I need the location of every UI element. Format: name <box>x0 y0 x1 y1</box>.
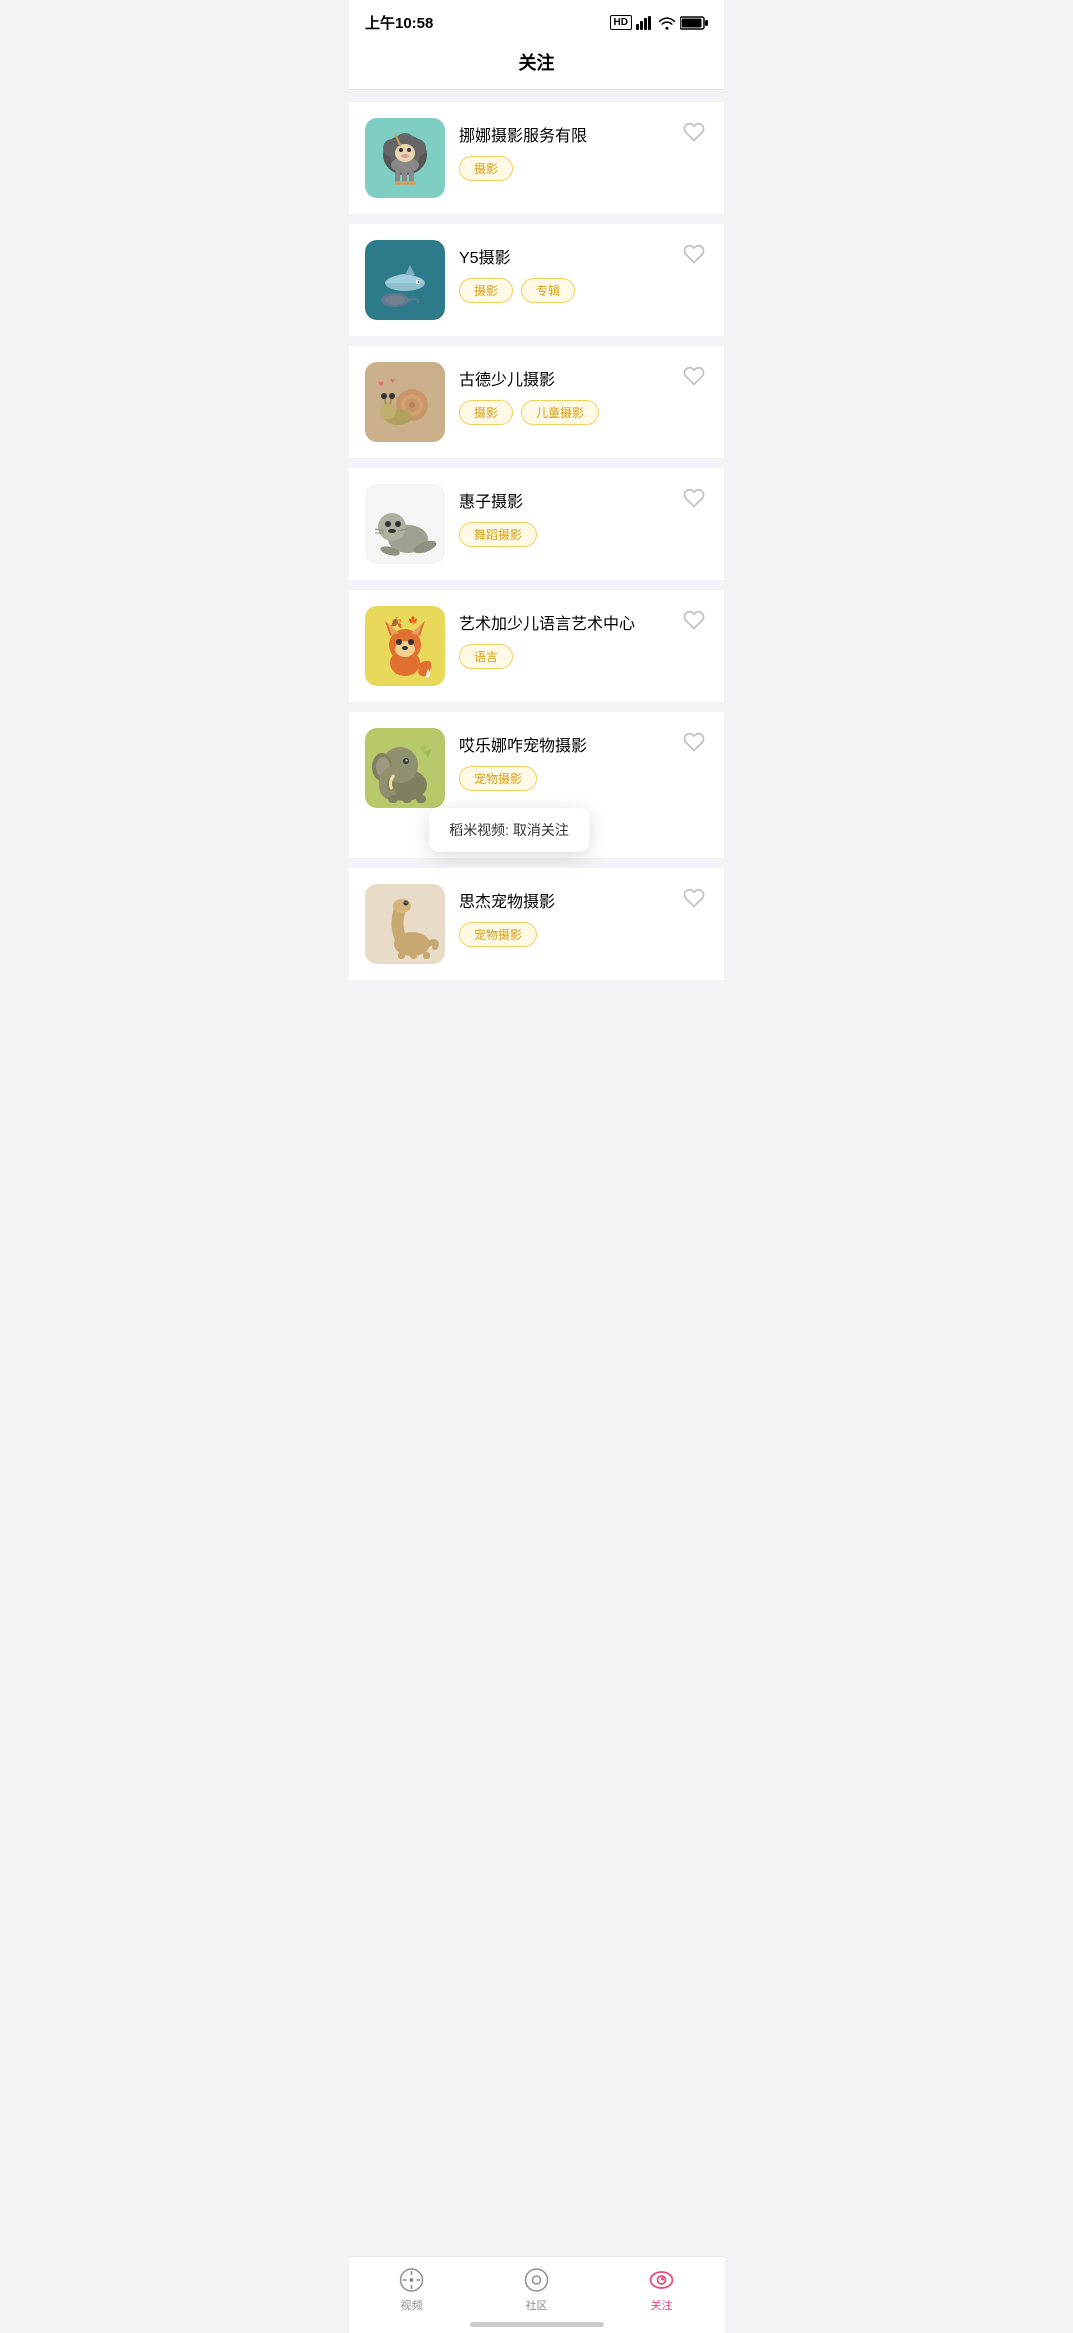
nav-label-follow: 关注 <box>651 2297 673 2313</box>
unfollow-tooltip[interactable]: 稻米视频: 取消关注 <box>429 808 589 852</box>
heart-icon <box>683 121 705 143</box>
content-list: 挪娜摄影服务有限 摄影 <box>349 90 724 1070</box>
list-item: 🍂 🍁 艺术加少儿语言艺术中心 语言 <box>349 590 724 702</box>
card-body: 古德少儿摄影 摄影 儿童摄影 <box>459 362 708 425</box>
like-button[interactable] <box>680 606 708 634</box>
nav-item-community[interactable]: 社区 <box>507 2267 567 2313</box>
like-button[interactable] <box>680 484 708 512</box>
card-tags: 舞蹈摄影 <box>459 522 708 547</box>
list-item: Y5摄影 摄影 专辑 <box>349 224 724 336</box>
avatar <box>365 484 445 564</box>
svg-text:♥: ♥ <box>390 376 395 385</box>
tag: 宠物摄影 <box>459 766 537 791</box>
like-button[interactable] <box>680 728 708 756</box>
avatar <box>365 240 445 320</box>
card-body: 艺术加少儿语言艺术中心 语言 <box>459 606 708 669</box>
list-item: 惠子摄影 舞蹈摄影 <box>349 468 724 580</box>
nav-label-video: 视频 <box>401 2297 423 2313</box>
list-item: 思杰宠物摄影 宠物摄影 <box>349 868 724 980</box>
svg-text:🍂: 🍂 <box>390 616 402 629</box>
status-time: 上午10:58 <box>365 12 433 33</box>
card-tags: 摄影 儿童摄影 <box>459 400 708 425</box>
card-tags: 摄影 专辑 <box>459 278 708 303</box>
status-bar: 上午10:58 HD <box>349 0 724 41</box>
merchant-name: 哎乐娜咋宠物摄影 <box>459 732 708 756</box>
list-item: 挪娜摄影服务有限 摄影 <box>349 102 724 214</box>
merchant-name: 古德少儿摄影 <box>459 366 708 390</box>
tag: 摄影 <box>459 278 513 303</box>
heart-icon <box>683 887 705 909</box>
tag: 摄影 <box>459 400 513 425</box>
tag: 宠物摄影 <box>459 922 537 947</box>
battery-icon <box>680 16 708 30</box>
card-body: Y5摄影 摄影 专辑 <box>459 240 708 303</box>
card-tags: 摄影 <box>459 156 708 181</box>
list-item: 哎乐娜咋宠物摄影 宠物摄影 稻米视频: 取消关注 <box>349 712 724 858</box>
merchant-name: 思杰宠物摄影 <box>459 888 708 912</box>
card-body: 惠子摄影 舞蹈摄影 <box>459 484 708 547</box>
card-body: 挪娜摄影服务有限 摄影 <box>459 118 708 181</box>
header: 关注 <box>349 41 724 90</box>
like-button[interactable] <box>680 240 708 268</box>
tag: 摄影 <box>459 156 513 181</box>
page-title: 关注 <box>365 49 708 75</box>
card-body: 哎乐娜咋宠物摄影 宠物摄影 <box>459 728 708 791</box>
like-button[interactable] <box>680 884 708 912</box>
heart-icon <box>683 609 705 631</box>
merchant-name: 惠子摄影 <box>459 488 708 512</box>
card-body: 思杰宠物摄影 宠物摄影 <box>459 884 708 947</box>
card-tags: 宠物摄影 <box>459 922 708 947</box>
nav-item-video[interactable]: 视频 <box>382 2267 442 2313</box>
avatar: 🍂 🍁 <box>365 606 445 686</box>
avatar <box>365 118 445 198</box>
community-nav-icon <box>524 2267 550 2293</box>
svg-text:♥: ♥ <box>378 379 384 390</box>
tooltip-text: 稻米视频: 取消关注 <box>449 822 569 838</box>
svg-text:🍁: 🍁 <box>408 615 418 625</box>
tag: 儿童摄影 <box>521 400 599 425</box>
merchant-name: Y5摄影 <box>459 244 708 268</box>
nav-label-community: 社区 <box>526 2297 548 2313</box>
wifi-icon <box>658 16 676 30</box>
like-button[interactable] <box>680 118 708 146</box>
list-item: ♥ ♥ 古德少儿摄影 摄影 儿童摄影 <box>349 346 724 458</box>
tag: 舞蹈摄影 <box>459 522 537 547</box>
heart-icon <box>683 365 705 387</box>
home-indicator <box>470 2322 604 2327</box>
tag: 专辑 <box>521 278 575 303</box>
status-icons: HD <box>610 15 708 30</box>
heart-icon <box>683 731 705 753</box>
merchant-name: 艺术加少儿语言艺术中心 <box>459 610 708 634</box>
heart-icon <box>683 243 705 265</box>
card-tags: 语言 <box>459 644 708 669</box>
heart-icon <box>683 487 705 509</box>
avatar <box>365 884 445 964</box>
signal-icon <box>636 16 654 30</box>
like-button[interactable] <box>680 362 708 390</box>
nav-item-follow[interactable]: 关注 <box>632 2267 692 2313</box>
hd-badge: HD <box>610 15 632 30</box>
tag: 语言 <box>459 644 513 669</box>
card-tags: 宠物摄影 <box>459 766 708 791</box>
avatar: ♥ ♥ <box>365 362 445 442</box>
merchant-name: 挪娜摄影服务有限 <box>459 122 708 146</box>
video-nav-icon <box>399 2267 425 2293</box>
avatar <box>365 728 445 808</box>
follow-nav-icon <box>649 2267 675 2293</box>
